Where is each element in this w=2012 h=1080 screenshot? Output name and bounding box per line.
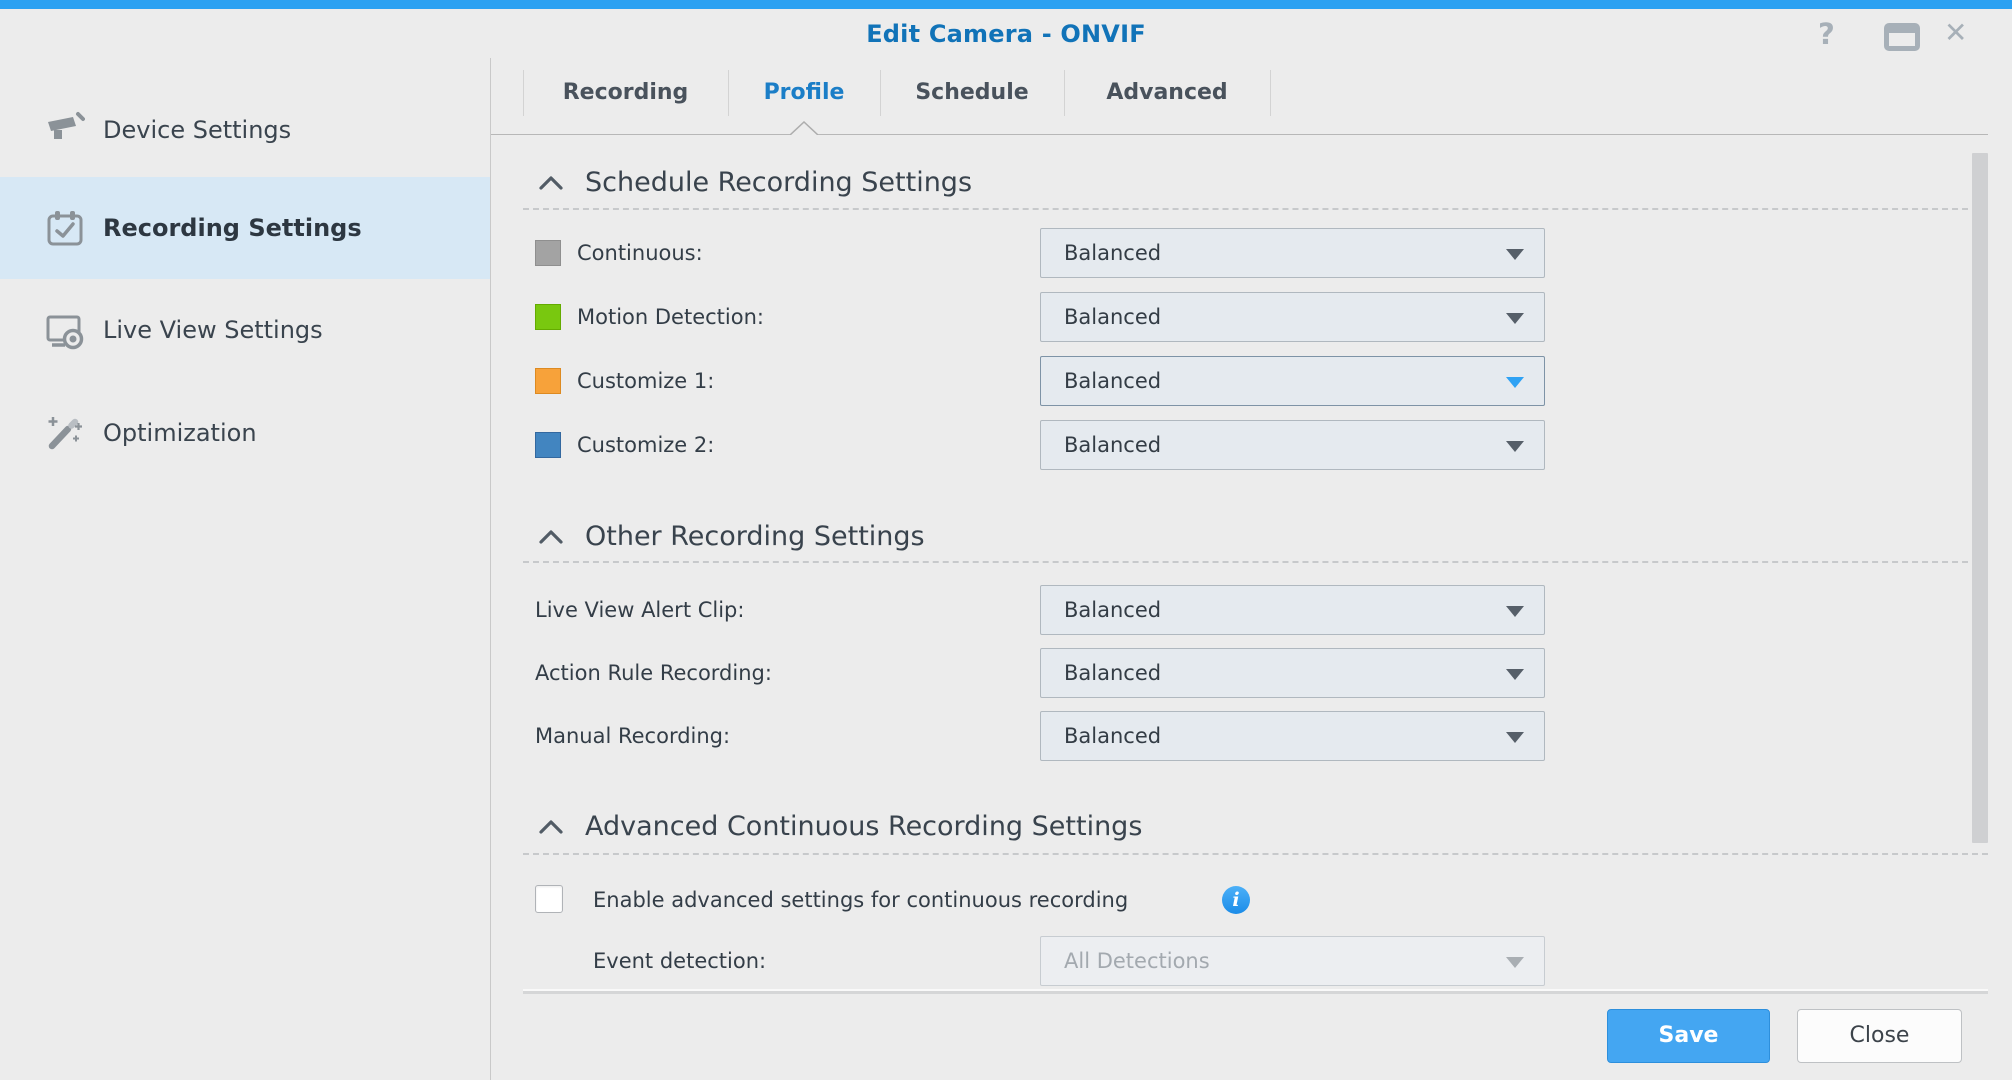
help-icon[interactable]: ? [1818, 17, 1835, 51]
dropdown-arrow-icon [1506, 732, 1524, 743]
setting-row-event-detection: Event detection: All Detections [0, 936, 2012, 986]
dropdown-arrow-icon [1506, 441, 1524, 452]
setting-row-manual-recording: Manual Recording: Balanced [0, 711, 2012, 761]
tab-profile[interactable]: Profile [728, 68, 880, 118]
tab-schedule[interactable]: Schedule [880, 68, 1064, 118]
customize-1-profile-dropdown[interactable]: Balanced [1040, 356, 1545, 406]
footer-separator [523, 991, 1988, 994]
edit-camera-dialog: Edit Camera - ONVIF ? ✕ Device Settings … [0, 0, 2012, 1080]
close-button[interactable]: Close [1797, 1009, 1962, 1063]
motion-detection-profile-dropdown[interactable]: Balanced [1040, 292, 1545, 342]
event-detection-dropdown: All Detections [1040, 936, 1545, 986]
tab-separator [523, 70, 524, 116]
row-label: Motion Detection: [577, 305, 764, 329]
chevron-up-icon[interactable] [538, 819, 564, 835]
tab-separator [1064, 70, 1065, 116]
dropdown-value: Balanced [1064, 598, 1162, 622]
checkbox-label: Enable advanced settings for continuous … [593, 888, 1129, 912]
sidebar-divider [490, 58, 491, 1080]
dropdown-value: Balanced [1064, 724, 1162, 748]
section-divider [523, 561, 1988, 563]
live-view-alert-clip-dropdown[interactable]: Balanced [1040, 585, 1545, 635]
close-icon[interactable]: ✕ [1944, 16, 1967, 49]
dropdown-value: Balanced [1064, 305, 1162, 329]
row-label: Manual Recording: [535, 724, 731, 748]
dropdown-value: Balanced [1064, 369, 1162, 393]
dropdown-value: Balanced [1064, 241, 1162, 265]
manual-recording-dropdown[interactable]: Balanced [1040, 711, 1545, 761]
row-label: Customize 2: [577, 433, 715, 457]
dropdown-arrow-icon [1506, 957, 1524, 968]
section-header-schedule-recording[interactable]: Schedule Recording Settings [585, 166, 972, 200]
dropdown-arrow-icon [1506, 377, 1524, 388]
row-label: Action Rule Recording: [535, 661, 772, 685]
scrollbar-thumb[interactable] [1972, 153, 1988, 843]
tab-separator [1270, 70, 1271, 116]
window-accent-strip [0, 0, 2012, 9]
setting-row-continuous: Continuous: Balanced [0, 228, 2012, 278]
setting-row-customize-1: Customize 1: Balanced [0, 356, 2012, 406]
color-swatch [535, 240, 561, 266]
row-label: Continuous: [577, 241, 703, 265]
row-label: Live View Alert Clip: [535, 598, 745, 622]
sidebar-item-label: Device Settings [103, 116, 292, 144]
continuous-profile-dropdown[interactable]: Balanced [1040, 228, 1545, 278]
dropdown-arrow-icon [1506, 669, 1524, 680]
section-header-advanced-continuous[interactable]: Advanced Continuous Recording Settings [585, 810, 1142, 844]
customize-2-profile-dropdown[interactable]: Balanced [1040, 420, 1545, 470]
setting-row-action-rule-recording: Action Rule Recording: Balanced [0, 648, 2012, 698]
tab-active-indicator [790, 121, 818, 135]
section-divider [523, 208, 1988, 210]
color-swatch [535, 432, 561, 458]
action-rule-recording-dropdown[interactable]: Balanced [1040, 648, 1545, 698]
save-button[interactable]: Save [1607, 1009, 1770, 1063]
chevron-up-icon[interactable] [538, 529, 564, 545]
section-divider [523, 853, 1988, 855]
dropdown-value: Balanced [1064, 661, 1162, 685]
setting-row-customize-2: Customize 2: Balanced [0, 420, 2012, 470]
tab-bottom-border [491, 134, 1988, 135]
enable-advanced-checkbox[interactable] [535, 885, 563, 913]
color-swatch [535, 304, 561, 330]
dialog-title: Edit Camera - ONVIF [866, 20, 1146, 48]
dropdown-value: All Detections [1064, 949, 1210, 973]
dropdown-arrow-icon [1506, 313, 1524, 324]
row-label: Event detection: [593, 949, 767, 973]
tab-separator [880, 70, 881, 116]
tab-advanced[interactable]: Advanced [1064, 68, 1270, 118]
tab-separator [728, 70, 729, 116]
dropdown-arrow-icon [1506, 606, 1524, 617]
maximize-icon[interactable] [1884, 23, 1920, 51]
sidebar-item-device-settings[interactable]: Device Settings [45, 100, 291, 160]
tab-recording[interactable]: Recording [523, 68, 728, 118]
row-label: Customize 1: [577, 369, 715, 393]
dropdown-arrow-icon [1506, 249, 1524, 260]
camera-icon [45, 110, 85, 150]
setting-row-motion-detection: Motion Detection: Balanced [0, 292, 2012, 342]
color-swatch [535, 368, 561, 394]
dropdown-value: Balanced [1064, 433, 1162, 457]
footer [491, 994, 2012, 1080]
chevron-up-icon[interactable] [538, 175, 564, 191]
section-header-other-recording[interactable]: Other Recording Settings [585, 520, 925, 554]
setting-row-live-view-alert-clip: Live View Alert Clip: Balanced [0, 585, 2012, 635]
info-icon[interactable]: i [1222, 886, 1250, 914]
